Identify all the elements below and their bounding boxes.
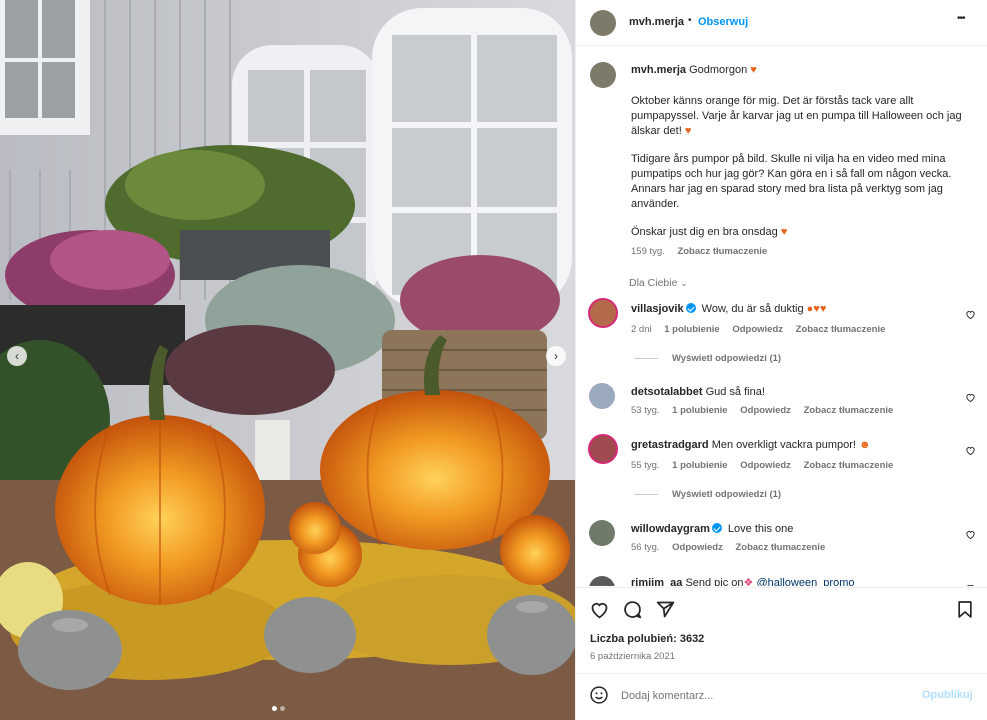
mention-link[interactable]: @halloween_promo [756,577,854,586]
reply-button[interactable]: Odpowiedz [740,405,791,416]
commenter-username[interactable]: rimiim_aa [631,577,682,586]
ribbon-emoji-icon: ❖ [743,577,754,586]
author-username[interactable]: mvh.merja [629,16,684,28]
like-comment-heart-icon[interactable] [965,309,976,320]
verified-badge-icon [711,523,722,533]
publish-button[interactable]: Opublikuj [922,689,973,701]
comment-likes[interactable]: 1 polubienie [664,324,719,335]
comment-text: Love this one [727,523,794,535]
reply-button[interactable]: Odpowiedz [740,460,791,471]
orange-heart-icon: ♥ [750,64,757,76]
translate-link[interactable]: Zobacz tłumaczenie [804,405,894,416]
more-options-icon[interactable]: ••• [957,13,965,24]
commenter-username[interactable]: villasjovik [631,303,684,315]
likes-count[interactable]: Liczba polubień: 3632 [590,633,704,645]
commenter-avatar[interactable] [589,520,615,546]
orange-heart-icon: ♥ [780,226,788,238]
comments-list[interactable]: mvh.merja Godmorgon ♥ Oktober känns oran… [576,48,987,586]
view-replies-label: Wyświetl odpowiedzi (1) [672,353,782,364]
comment-item: rimiim_aa Send pic on❖ @halloween_promo [576,574,987,586]
comment-time: 55 tyg. [631,460,660,471]
caption-translate-link[interactable]: Zobacz tłumaczenie [677,246,767,257]
orange-heart-icon: ♥ [684,125,692,137]
commenter-avatar[interactable] [588,434,618,464]
commenter-username[interactable]: gretastradgard [631,439,709,451]
caption-paragraph-3: Önskar just dig en bra onsdag [631,226,778,238]
caption-paragraph-1: Oktober känns orange för mig. Det är för… [631,95,962,137]
sort-label: Dla Ciebie [629,277,678,289]
comment-text: Send pic on [685,577,744,586]
translate-link[interactable]: Zobacz tłumaczenie [804,460,894,471]
carousel-next-button[interactable]: › [546,346,566,366]
comment-item: detsotalabbet Gud så fina! 53 tyg. 1 pol… [576,381,987,427]
like-heart-icon[interactable] [589,599,610,620]
chevron-down-icon: ⌄ [680,278,688,288]
orange-heart-icon: ♥♥ [813,303,827,315]
emoji-smiley-icon[interactable] [589,685,609,705]
caption-username[interactable]: mvh.merja [631,64,686,76]
caption-time: 159 tyg. [631,246,665,257]
commenter-avatar[interactable] [589,576,615,586]
comment-item: villasjovik Wow, du är så duktig ●♥♥ 2 d… [576,298,987,370]
author-avatar[interactable] [590,10,616,36]
translate-link[interactable]: Zobacz tłumaczenie [796,324,886,335]
separator-dot: • [688,15,692,26]
commenter-avatar[interactable] [588,298,618,328]
reply-button[interactable]: Odpowiedz [672,542,723,553]
comment-time: 53 tyg. [631,405,660,416]
post-side-panel: mvh.merja • Obserwuj ••• mvh.merja Godmo… [575,0,987,720]
caption-greeting: Godmorgon [689,64,748,76]
post-header: mvh.merja • Obserwuj ••• [576,0,987,46]
replies-line [634,493,658,495]
comment-likes[interactable]: 1 polubienie [672,405,727,416]
comment-text: Wow, du är så duktig [701,303,804,315]
comment-likes[interactable]: 1 polubienie [672,460,727,471]
comment-time: 2 dni [631,324,652,335]
commenter-username[interactable]: detsotalabbet [631,386,703,398]
share-send-icon[interactable] [655,599,676,620]
reply-button[interactable]: Odpowiedz [732,324,783,335]
replies-line [634,357,658,359]
add-comment-bar: Opublikuj [576,673,987,720]
carousel-dots [270,698,286,716]
comment-item: willowdaygram Love this one 56 tyg. Odpo… [576,518,987,564]
verified-badge-icon [685,303,696,313]
commenter-avatar[interactable] [589,383,615,409]
comment-text: Gud så fina! [705,386,765,398]
like-comment-heart-icon[interactable] [965,392,976,403]
comment-text: Men overkligt vackra pumpor! [711,439,856,451]
caption-paragraph-2: Tidigare års pumpor på bild. Skulle ni v… [631,153,952,210]
carousel-prev-button[interactable]: ‹ [7,346,27,366]
comment-input[interactable] [621,686,911,706]
post-actions: Liczba polubień: 3632 6 października 202… [576,587,987,673]
view-replies-button[interactable]: Wyświetl odpowiedzi (1) [634,489,781,500]
commenter-username[interactable]: willowdaygram [631,523,710,535]
save-bookmark-icon[interactable] [955,599,975,620]
follow-button[interactable]: Obserwuj [698,16,748,28]
post-image[interactable]: ‹ › [0,0,575,720]
post-date: 6 października 2021 [590,651,676,662]
view-replies-label: Wyświetl odpowiedzi (1) [672,489,782,500]
comment-item: gretastradgard Men overkligt vackra pump… [576,434,987,506]
caption-avatar[interactable] [590,62,616,88]
comment-bubble-icon[interactable] [622,599,643,620]
view-replies-button[interactable]: Wyświetl odpowiedzi (1) [634,353,781,364]
sort-dropdown[interactable]: Dla Ciebie ⌄ [629,277,688,289]
comment-time: 56 tyg. [631,542,660,553]
like-comment-heart-icon[interactable] [965,445,976,456]
heart-eyes-emoji-icon: ☻ [859,439,871,451]
translate-link[interactable]: Zobacz tłumaczenie [735,542,825,553]
like-comment-heart-icon[interactable] [965,529,976,540]
like-comment-heart-icon[interactable] [965,583,976,586]
pumpkins-photo [0,0,575,720]
